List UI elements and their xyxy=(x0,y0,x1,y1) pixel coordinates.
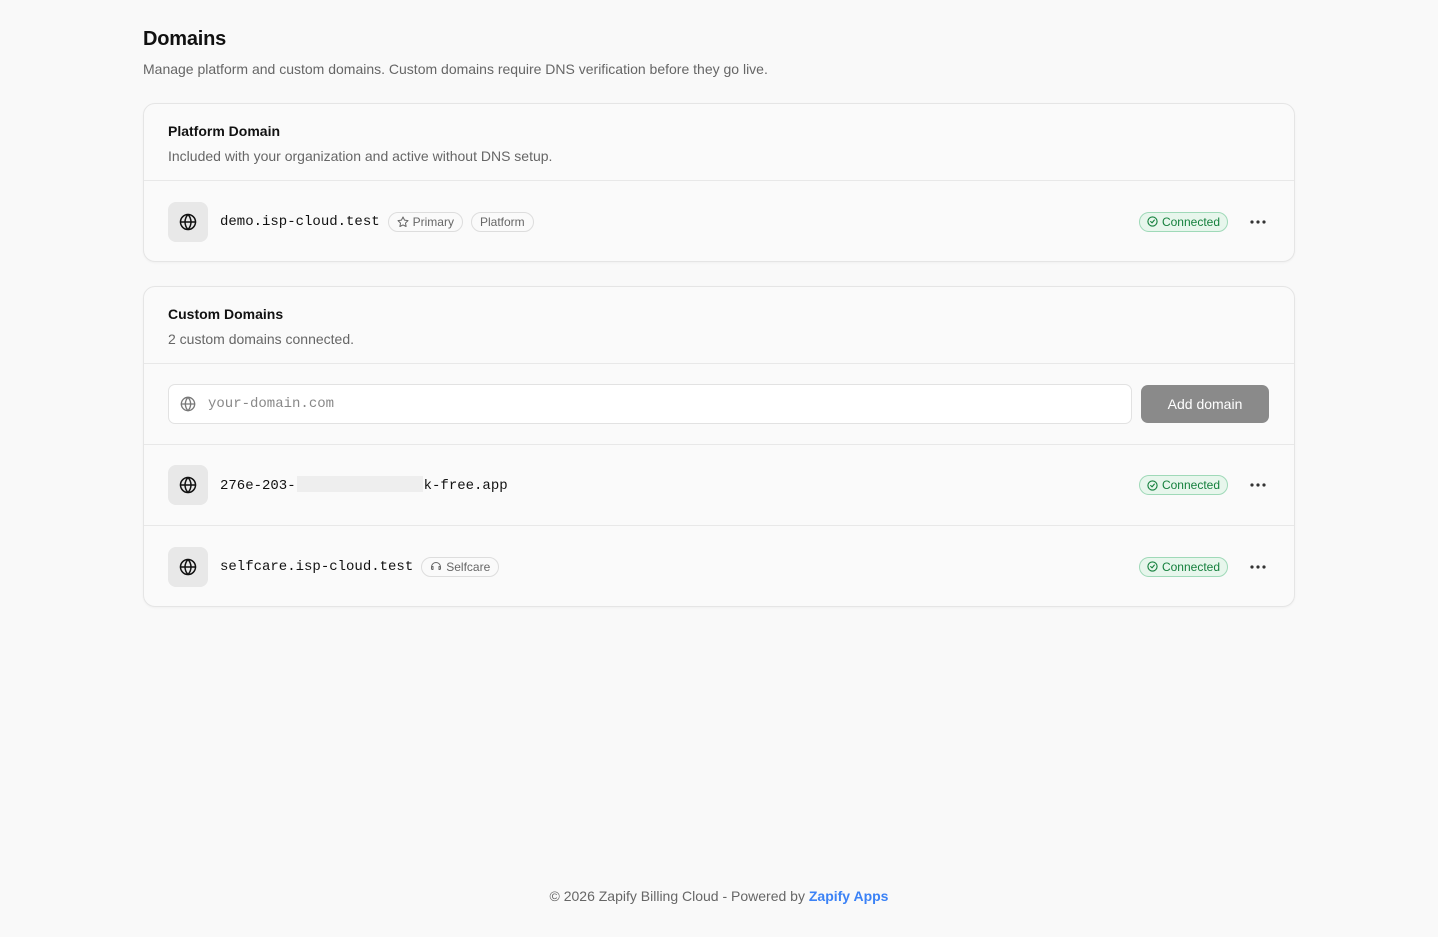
globe-icon xyxy=(180,396,196,412)
globe-icon xyxy=(168,201,208,242)
status-badge: Connected xyxy=(1138,556,1228,577)
status-label: Connected xyxy=(1161,559,1220,574)
platform-card-description: Included with your organization and acti… xyxy=(168,148,553,164)
add-domain-button[interactable]: Add domain xyxy=(1141,385,1269,423)
status-badge: Connected xyxy=(1138,475,1228,495)
platform-domain-card: Platform Domain Included with your organ… xyxy=(143,103,1295,262)
custom-domains-card: Custom Domains 2 custom domains connecte… xyxy=(143,286,1295,607)
page-subtitle: Manage platform and custom domains. Cust… xyxy=(143,61,768,77)
selfcare-badge: Selfcare xyxy=(421,556,500,577)
more-actions-button[interactable] xyxy=(1246,555,1270,579)
platform-badge: Platform xyxy=(470,211,534,232)
domain-name: selfcare.isp-cloud.test xyxy=(220,558,414,575)
ellipsis-icon xyxy=(1250,219,1266,224)
status-badge: Connected xyxy=(1138,211,1228,232)
platform-card-header: Platform Domain Included with your organ… xyxy=(144,104,1294,181)
domain-row-custom-1: 276e-203- k-free.app Connected xyxy=(144,445,1294,526)
primary-badge-label: Primary xyxy=(412,214,454,229)
status-label: Connected xyxy=(1161,214,1220,229)
ellipsis-icon xyxy=(1250,483,1266,487)
ellipsis-icon xyxy=(1250,564,1266,569)
redacted-block xyxy=(296,476,423,492)
check-circle-icon xyxy=(1147,216,1158,227)
domain-name: demo.isp-cloud.test xyxy=(220,213,380,230)
page-footer: © 2026 Zapify Billing Cloud - Powered by… xyxy=(0,886,1438,906)
domain-row-platform: demo.isp-cloud.test Primary Platform Con… xyxy=(144,181,1294,261)
domain-input[interactable] xyxy=(208,396,1108,412)
custom-card-header: Custom Domains 2 custom domains connecte… xyxy=(144,287,1294,364)
platform-badge-label: Platform xyxy=(479,214,525,229)
footer-text: © 2026 Zapify Billing Cloud - Powered by xyxy=(549,888,805,904)
custom-card-title: Custom Domains xyxy=(168,306,284,322)
domain-name: 276e-203- k-free.app xyxy=(220,476,508,494)
status-label: Connected xyxy=(1161,478,1220,492)
globe-icon xyxy=(168,546,208,587)
primary-badge: Primary xyxy=(387,211,463,232)
globe-icon xyxy=(168,465,208,505)
selfcare-badge-label: Selfcare xyxy=(446,559,491,574)
page-header: Domains Manage platform and custom domai… xyxy=(143,26,1295,79)
footer-link[interactable]: Zapify Apps xyxy=(809,888,889,904)
headset-icon xyxy=(431,561,442,570)
check-circle-icon xyxy=(1147,479,1158,491)
custom-card-description: 2 custom domains connected. xyxy=(168,331,354,347)
domain-name-suffix: k-free.app xyxy=(423,478,508,494)
domain-name-prefix: 276e-203- xyxy=(220,478,296,494)
domain-input-wrapper xyxy=(168,384,1132,424)
more-actions-button[interactable] xyxy=(1246,473,1270,497)
check-circle-icon xyxy=(1147,561,1158,572)
add-domain-row: Add domain xyxy=(144,364,1294,445)
platform-card-title: Platform Domain xyxy=(168,123,281,139)
domain-row-custom-2: selfcare.isp-cloud.test Selfcare Connect… xyxy=(144,526,1294,606)
star-icon xyxy=(397,216,409,227)
page-title: Domains xyxy=(143,28,227,50)
more-actions-button[interactable] xyxy=(1246,210,1270,234)
